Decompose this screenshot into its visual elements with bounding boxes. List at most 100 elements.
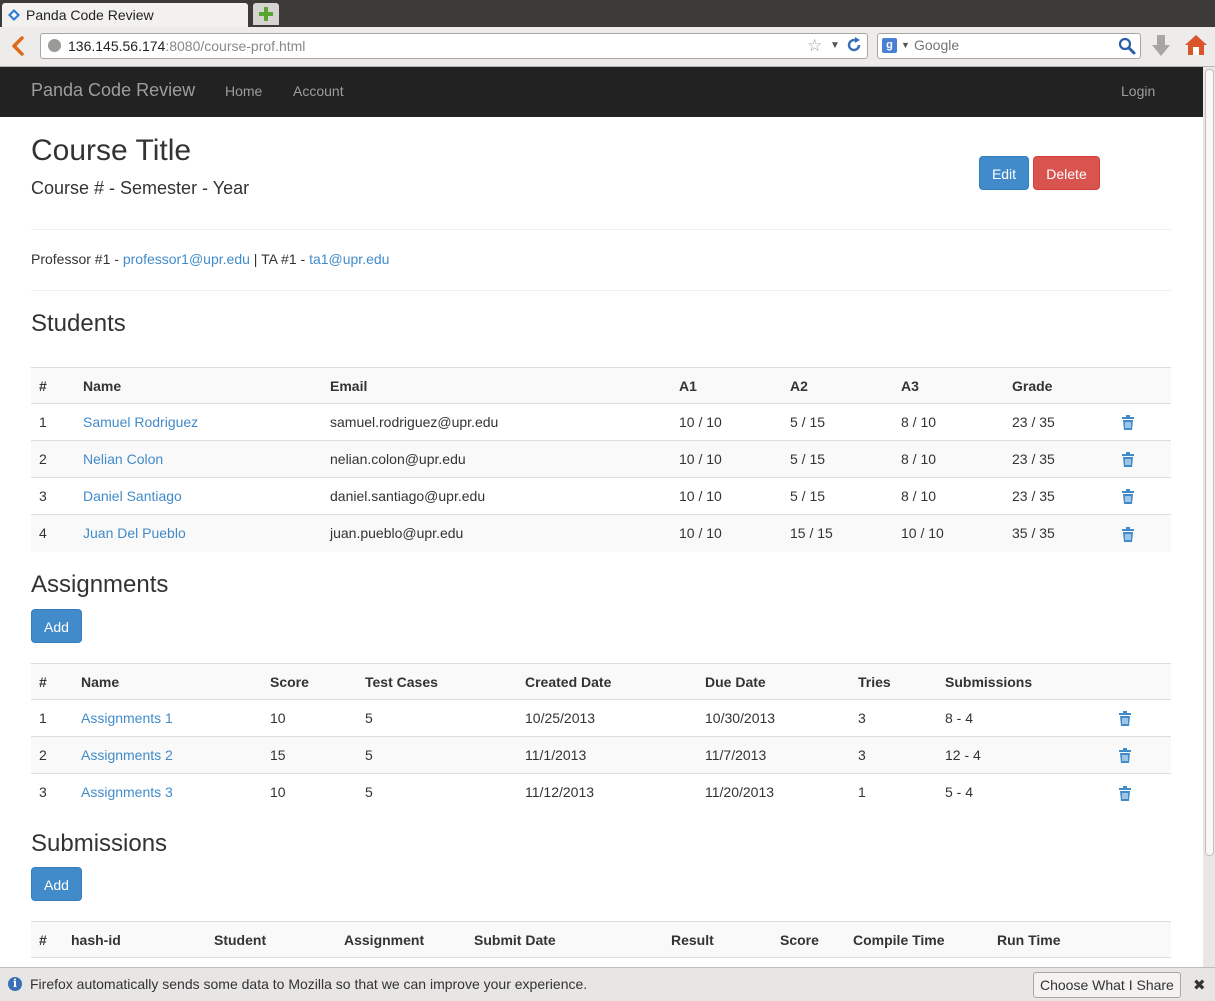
professor-email-link[interactable]: professor1@upr.edu <box>123 251 250 267</box>
close-icon[interactable]: ✖ <box>1193 976 1206 994</box>
student-name-link[interactable]: Samuel Rodriguez <box>83 414 198 430</box>
table-cell: Samuel Rodriguez <box>75 403 322 441</box>
table-cell: 11/7/2013 <box>697 736 850 774</box>
trash-icon[interactable] <box>1119 748 1131 764</box>
browser-toolbar: 136.145.56.174:8080/course-prof.html ☆ ▼… <box>0 27 1215 67</box>
table-cell: samuel.rodriguez@upr.edu <box>322 403 671 441</box>
student-email: samuel.rodriguez@upr.edu <box>330 414 499 430</box>
row-number: 2 <box>39 451 47 467</box>
reload-icon[interactable] <box>845 36 863 54</box>
score-a3: 8 / 10 <box>901 414 937 430</box>
search-icon[interactable] <box>1118 37 1136 55</box>
browser-tab-title: Panda Code Review <box>26 7 154 23</box>
table-cell: Daniel Santiago <box>75 477 322 515</box>
table-cell <box>1111 699 1171 737</box>
plus-icon <box>259 7 273 21</box>
trash-icon[interactable] <box>1119 785 1131 801</box>
download-icon[interactable] <box>1150 34 1172 58</box>
trash-icon[interactable] <box>1122 489 1134 505</box>
table-row: 1 Samuel Rodriguez samuel.rodriguez@upr.ed… <box>31 403 1171 441</box>
table-cell: 10 <box>262 773 357 811</box>
assignment-name-link[interactable]: Assignments 3 <box>81 784 173 800</box>
table-cell: 5 / 15 <box>782 440 893 478</box>
url-text[interactable]: 136.145.56.174:8080/course-prof.html <box>68 38 305 54</box>
assignment-tries: 1 <box>858 784 866 801</box>
engine-dropdown-icon[interactable]: ▼ <box>901 40 910 50</box>
trash-icon[interactable] <box>1119 711 1131 727</box>
table-cell: 10 / 10 <box>671 440 782 478</box>
table-row: 3 Daniel Santiago daniel.santiago@upr.edu 1… <box>31 477 1171 515</box>
score-a3: 10 / 10 <box>901 525 944 542</box>
table-cell: 23 / 35 <box>1004 403 1114 441</box>
back-arrow-icon[interactable] <box>8 35 28 57</box>
search-bar[interactable]: g ▼ <box>877 33 1141 59</box>
info-icon: i <box>8 977 22 991</box>
table-cell: 1 <box>31 403 75 441</box>
table-cell <box>1114 514 1171 552</box>
column-header: Due Date <box>697 663 850 700</box>
table-cell: 5 / 15 <box>782 403 893 441</box>
search-input[interactable] <box>914 36 1114 54</box>
table-cell: 4 <box>31 514 75 552</box>
url-bar[interactable]: 136.145.56.174:8080/course-prof.html ☆ ▼ <box>40 33 868 59</box>
score-a1: 10 / 10 <box>679 525 722 542</box>
table-cell: 23 / 35 <box>1004 477 1114 515</box>
browser-tab[interactable]: Panda Code Review <box>2 3 248 27</box>
assignment-name-link[interactable]: Assignments 1 <box>81 710 173 726</box>
column-header: A2 <box>782 367 893 404</box>
assignment-created-date: 11/12/2013 <box>525 784 595 801</box>
column-header: Score <box>262 663 357 700</box>
choose-what-i-share-button[interactable]: Choose What I Share <box>1033 972 1181 998</box>
scrollbar-thumb[interactable] <box>1205 69 1214 856</box>
site-brand[interactable]: Panda Code Review <box>31 80 195 101</box>
delete-course-button[interactable]: Delete <box>1033 156 1100 190</box>
student-grade: 23 / 35 <box>1012 488 1055 504</box>
table-cell: 10 / 10 <box>671 477 782 515</box>
history-dropdown-icon[interactable]: ▼ <box>830 40 840 51</box>
google-engine-icon[interactable]: g <box>882 38 897 53</box>
table-row: 2 Nelian Colon nelian.colon@upr.edu 10 / 10… <box>31 440 1171 478</box>
assignment-name-link[interactable]: Assignments 2 <box>81 747 173 763</box>
student-name-link[interactable]: Daniel Santiago <box>83 488 182 504</box>
assignment-submissions: 12 - 4 <box>945 747 981 763</box>
table-header-row: # hash-id Student Assignment Submit Date… <box>31 921 1171 958</box>
column-header: Name <box>75 367 322 404</box>
column-header: Name <box>73 663 262 700</box>
table-cell: 5 <box>357 699 517 737</box>
table-cell: Juan Del Pueblo <box>75 514 322 552</box>
column-header: Result <box>663 921 772 958</box>
table-cell: 3 <box>850 736 937 774</box>
add-assignment-button[interactable]: Add <box>31 609 82 643</box>
trash-icon[interactable] <box>1122 415 1134 431</box>
url-host: 136.145.56.174 <box>68 38 166 54</box>
table-cell <box>1111 736 1171 774</box>
column-header: Email <box>322 367 671 404</box>
score-a2: 15 / 15 <box>790 525 833 542</box>
student-name-link[interactable]: Nelian Colon <box>83 451 163 467</box>
assignments-table: # Name Score Test Cases Created Date Due… <box>31 663 1171 811</box>
new-tab-button[interactable] <box>253 3 279 25</box>
nav-account-link[interactable]: Account <box>293 83 344 99</box>
trash-icon[interactable] <box>1122 452 1134 468</box>
course-subtitle: Course # - Semester - Year <box>31 178 250 198</box>
assignment-tries: 3 <box>858 710 866 726</box>
assignment-submissions: 5 - 4 <box>945 784 974 801</box>
bookmark-star-icon[interactable]: ☆ <box>807 36 822 56</box>
ta-email-link[interactable]: ta1@upr.edu <box>309 251 389 267</box>
home-icon[interactable] <box>1184 33 1208 57</box>
trash-icon[interactable] <box>1122 526 1134 542</box>
table-row: 1 Assignments 1 10 5 10/25/2013 10/30/2013 3 8 … <box>31 699 1171 737</box>
table-cell: 3 <box>31 773 73 811</box>
nav-login-link[interactable]: Login <box>1121 83 1155 99</box>
column-header: A3 <box>893 367 1004 404</box>
page-scrollbar[interactable] <box>1203 67 1215 967</box>
assignment-test-cases: 5 <box>365 710 373 726</box>
nav-home-link[interactable]: Home <box>225 83 262 99</box>
add-submission-button[interactable]: Add <box>31 867 82 901</box>
table-cell: Nelian Colon <box>75 440 322 478</box>
student-name-link[interactable]: Juan Del Pueblo <box>83 525 186 541</box>
assignment-score: 15 <box>270 747 286 763</box>
edit-course-button[interactable]: Edit <box>979 156 1029 190</box>
table-cell: daniel.santiago@upr.edu <box>322 477 671 515</box>
table-cell: 8 / 10 <box>893 440 1004 478</box>
